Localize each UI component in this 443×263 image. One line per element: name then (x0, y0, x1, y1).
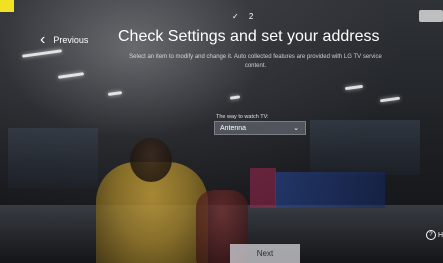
page-title: Check Settings and set your address (118, 28, 380, 45)
brand-sticker (419, 10, 443, 22)
next-label: Next (256, 249, 274, 258)
help-button[interactable]: ? H (425, 230, 443, 240)
ceiling-light-reflection (107, 91, 123, 96)
help-label: H (437, 231, 443, 239)
tv-source-question: The way to watch TV: (216, 114, 269, 120)
page-subtitle: Select an item to modify and change it. … (129, 54, 382, 69)
chevron-left-icon: ‹ (40, 31, 46, 48)
shelf-reflection (310, 120, 420, 175)
step-indicator: ✓ 2 (232, 12, 258, 21)
floor-reflection (0, 205, 443, 263)
previous-button[interactable]: ‹ Previous (40, 32, 88, 48)
person-head-reflection (130, 138, 172, 182)
yellow-sticker (0, 0, 14, 12)
shelf-reflection (8, 128, 98, 188)
tv-screen: ✓ 2 ‹ Previous Check Settings and set yo… (0, 0, 443, 263)
ceiling-light-reflection (379, 96, 401, 103)
tv-source-selected-value: Antenna (220, 124, 247, 132)
next-button[interactable]: Next (230, 244, 300, 263)
question-circle-icon: ? (425, 230, 436, 240)
previous-label: Previous (53, 35, 89, 45)
display-stand-reflection (275, 172, 385, 208)
person-reflection (96, 162, 208, 263)
chevron-down-icon: ⌄ (293, 125, 299, 132)
display-stand-reflection (250, 168, 276, 208)
ceiling-light-reflection (344, 84, 364, 91)
tv-source-dropdown[interactable]: Antenna ⌄ (214, 121, 306, 135)
ceiling-light-reflection (21, 49, 63, 58)
ceiling-light-reflection (229, 95, 241, 100)
ceiling-light-reflection (57, 72, 85, 79)
